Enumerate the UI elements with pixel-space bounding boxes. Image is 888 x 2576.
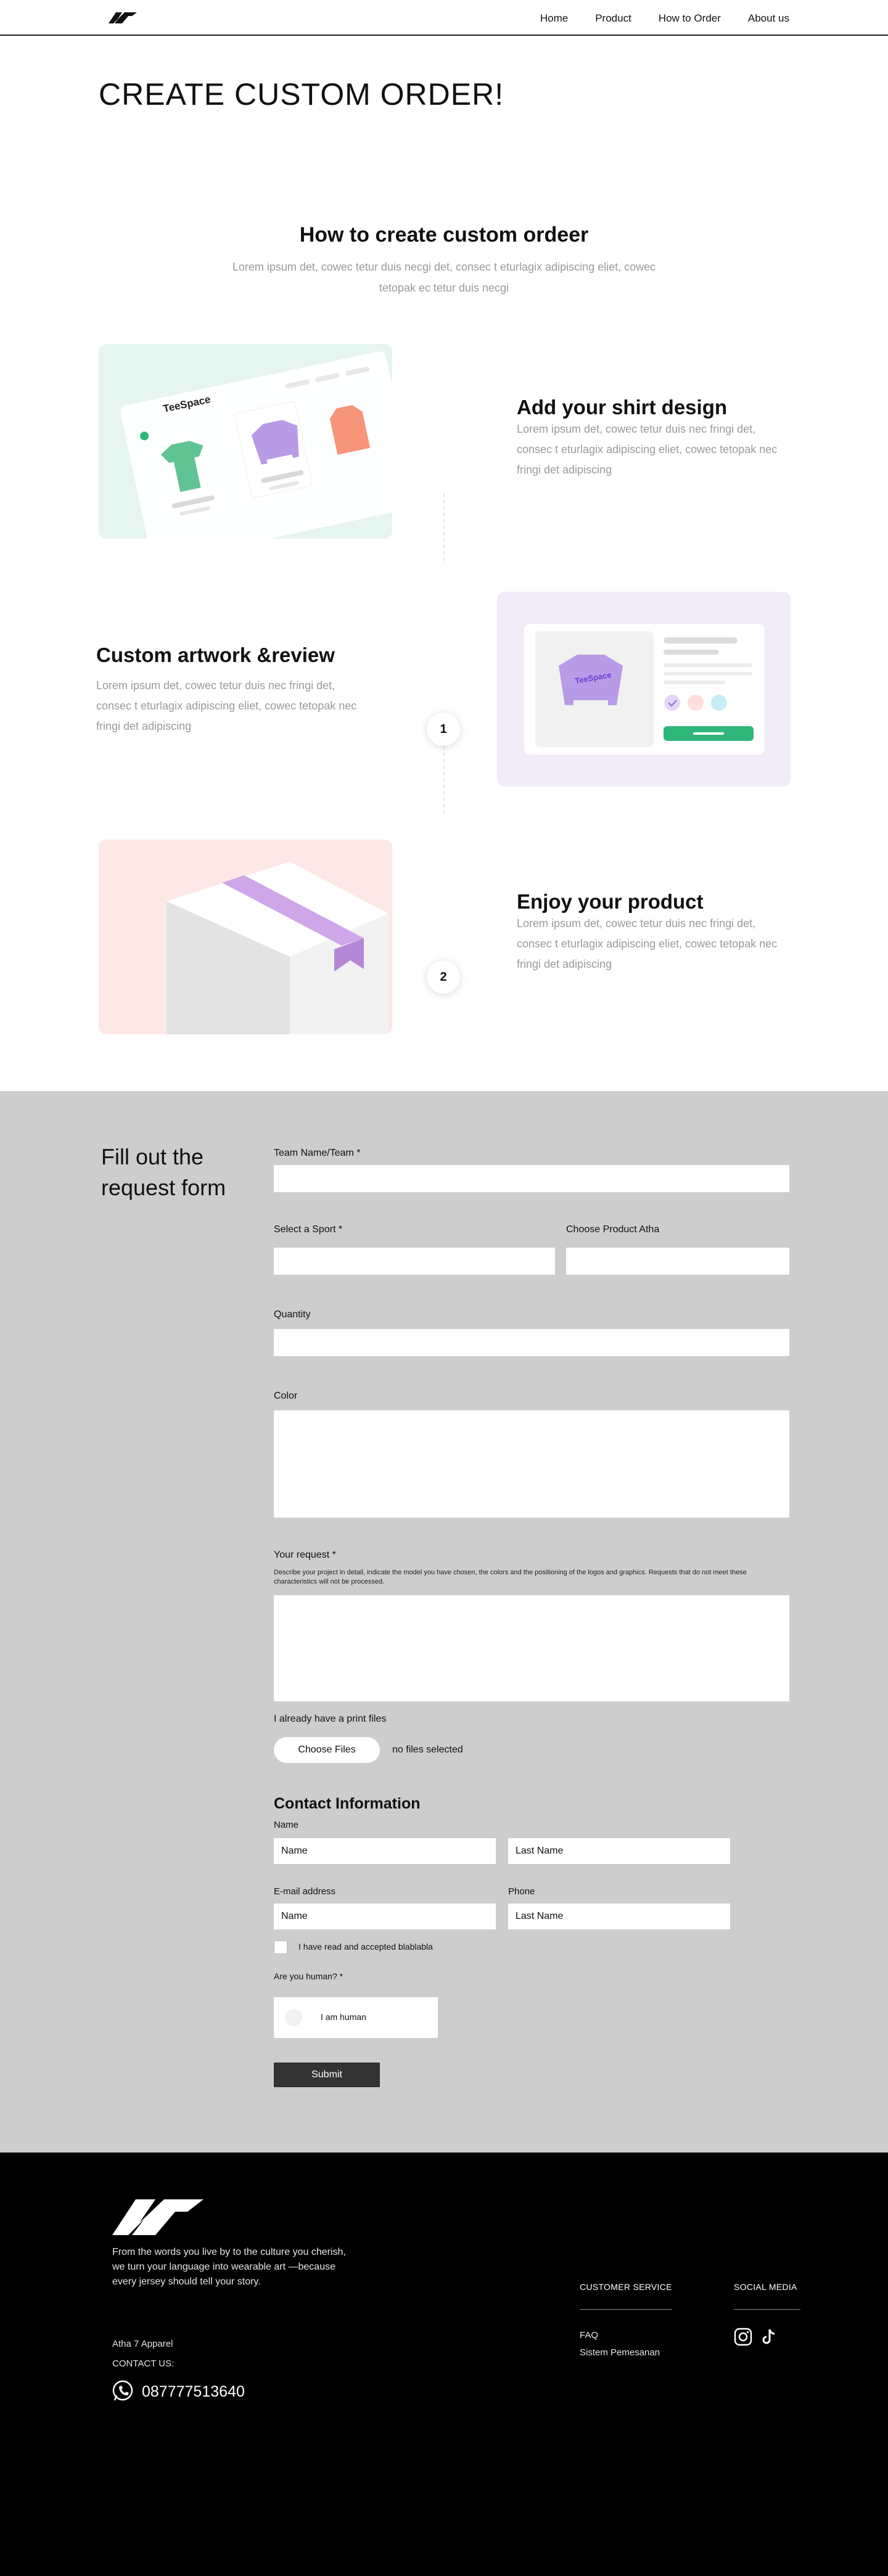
logo-icon[interactable]	[109, 12, 137, 23]
nav-link-product[interactable]: Product	[595, 12, 631, 25]
timeline-line-1	[443, 493, 445, 561]
step1-desc: Lorem ipsum det, cowec tetur duis nec fr…	[517, 423, 778, 476]
step2-title: Custom artwork &review	[96, 644, 335, 666]
form-heading-line1: Fill out the	[101, 1144, 204, 1169]
quantity-input[interactable]	[274, 1329, 789, 1356]
footer-tagline: From the words you live by to the cultur…	[112, 2247, 346, 2287]
team-name-label: Team Name/Team *	[274, 1148, 361, 1158]
name-label: Name	[274, 1820, 299, 1830]
request-form-section: Fill out the request form Team Name/Team…	[0, 1091, 888, 2153]
customer-service-title: CUSTOMER SERVICE	[580, 2282, 672, 2292]
footer-link-sistem-pemesanan[interactable]: Sistem Pemesanan	[580, 2347, 660, 2358]
customer-service-divider	[580, 2309, 672, 2310]
how-to-title: How to create custom ordeer	[299, 223, 589, 247]
package-box-illustration	[166, 862, 388, 1034]
phone-input[interactable]: Last Name	[508, 1903, 730, 1929]
quantity-label: Quantity	[274, 1309, 311, 1320]
footer-link-faq[interactable]: FAQ	[580, 2330, 598, 2341]
step2-desc: Lorem ipsum det, cowec tetur duis nec fr…	[96, 679, 357, 732]
request-note: Describe your project in detail, indicat…	[274, 1569, 747, 1585]
sport-label: Select a Sport *	[274, 1224, 343, 1235]
tiktok-icon[interactable]	[760, 2328, 778, 2346]
shirt-design-illustration	[120, 351, 392, 539]
last-name-input[interactable]: Last Name	[508, 1838, 730, 1864]
accept-checkbox[interactable]	[274, 1940, 287, 1954]
phone-label: Phone	[508, 1886, 535, 1897]
product-select[interactable]	[566, 1248, 789, 1275]
nav-link-about-us[interactable]: About us	[748, 12, 789, 25]
captcha-widget: I am human	[274, 1997, 438, 2038]
request-textarea[interactable]	[274, 1595, 789, 1701]
submit-button[interactable]: Submit	[274, 2063, 380, 2087]
how-to-subtitle: Lorem ipsum det, cowec tetur duis necgi …	[232, 261, 656, 294]
product-label: Choose Product Atha	[566, 1224, 660, 1235]
color-label: Color	[274, 1391, 298, 1401]
whatsapp-icon[interactable]	[111, 2379, 134, 2403]
nav-links: Home Product How to Order About us	[513, 12, 789, 25]
footer-contact-label: CONTACT US:	[112, 2358, 175, 2369]
captcha-label: I am human	[321, 2012, 366, 2022]
social-media-title: SOCIAL MEDIA	[734, 2282, 797, 2292]
first-name-input[interactable]: Name	[274, 1838, 496, 1864]
sport-select[interactable]	[274, 1248, 555, 1275]
contact-info-title: Contact Information	[274, 1795, 421, 1812]
artwork-review-illustration	[524, 624, 765, 754]
footer-phone[interactable]: 087777513640	[142, 2383, 245, 2401]
team-name-input[interactable]	[274, 1165, 789, 1192]
color-textarea[interactable]	[274, 1410, 789, 1518]
step1-title: Add your shirt design	[517, 396, 728, 419]
timeline-line-2	[443, 746, 445, 814]
step-number-2: 2	[427, 960, 460, 994]
step3-title: Enjoy your product	[517, 890, 704, 913]
page-title: CREATE CUSTOM ORDER!	[99, 77, 504, 112]
top-navbar: Home Product How to Order About us	[0, 0, 888, 36]
email-label: E-mail address	[274, 1886, 336, 1897]
form-heading: Fill out the request form	[101, 1142, 226, 1203]
logo-icon[interactable]	[112, 2199, 204, 2235]
file-status: no files selected	[392, 1744, 463, 1755]
form-heading-line2: request form	[101, 1175, 226, 1200]
request-label: Your request *	[274, 1550, 336, 1560]
step3-image	[99, 840, 392, 1034]
captcha-checkbox[interactable]	[285, 2009, 302, 2026]
footer: From the words you live by to the cultur…	[0, 2153, 888, 2576]
instagram-icon[interactable]	[734, 2328, 752, 2346]
human-question: Are you human? *	[274, 1971, 343, 1981]
nav-link-how-to-order[interactable]: How to Order	[659, 12, 721, 25]
step3-desc: Lorem ipsum det, cowec tetur duis nec fr…	[517, 917, 778, 970]
print-files-label: I already have a print files	[274, 1714, 387, 1724]
email-input[interactable]: Name	[274, 1903, 496, 1929]
step-number-1: 1	[427, 713, 460, 746]
step2-image: TeeSpace	[497, 592, 791, 787]
social-media-divider	[734, 2309, 800, 2310]
accept-label: I have read and accepted blablabla	[298, 1942, 433, 1952]
choose-files-button[interactable]: Choose Files	[274, 1737, 380, 1763]
step1-image: TeeSpace	[99, 344, 392, 539]
nav-link-home[interactable]: Home	[540, 12, 568, 25]
footer-address: Atha 7 Apparel	[112, 2339, 173, 2349]
